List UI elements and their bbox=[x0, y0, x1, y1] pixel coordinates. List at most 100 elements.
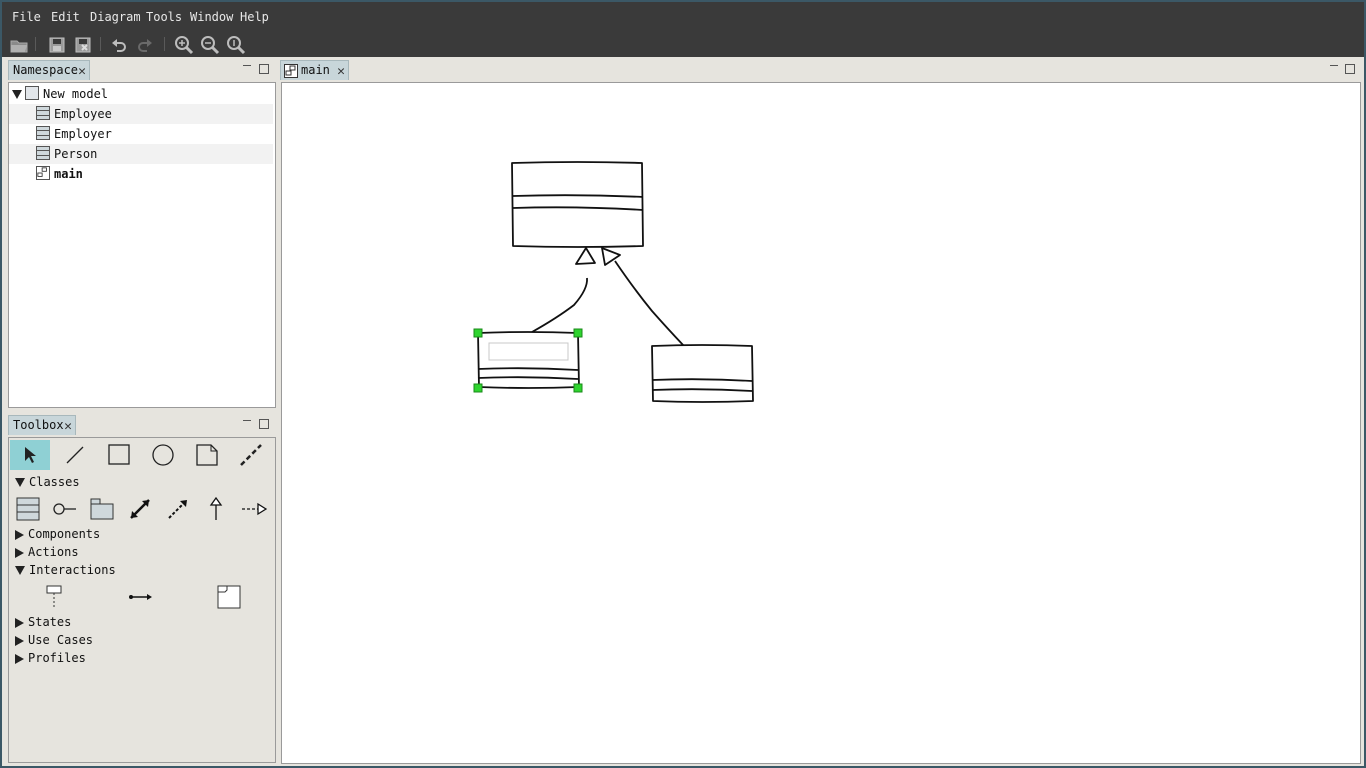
save-icon[interactable] bbox=[47, 35, 67, 55]
diagram-icon bbox=[284, 64, 298, 78]
line-icon[interactable] bbox=[55, 440, 95, 470]
redo-icon[interactable] bbox=[135, 35, 155, 55]
toolbar bbox=[2, 32, 1364, 57]
tab-main-label: main bbox=[301, 63, 330, 77]
diagram-canvas[interactable] bbox=[281, 82, 1361, 764]
editor-tabstrip: main ✕ bbox=[279, 58, 1361, 80]
namespace-tree: New model Employee Employer Person main bbox=[8, 82, 276, 408]
maximize-icon[interactable] bbox=[1345, 64, 1355, 74]
toolbox: Classes Components Actions Interactions … bbox=[8, 437, 276, 763]
tree-row-main[interactable]: main bbox=[9, 164, 273, 184]
package-icon bbox=[25, 86, 39, 100]
section-states-label: States bbox=[28, 615, 72, 629]
resize-handle[interactable] bbox=[573, 383, 583, 393]
section-components[interactable]: Components bbox=[15, 527, 100, 541]
generalization-icon[interactable] bbox=[196, 494, 236, 524]
toolbox-tabstrip: Toolbox ✕ bbox=[6, 413, 274, 435]
maximize-icon[interactable] bbox=[259, 64, 269, 74]
package-icon[interactable] bbox=[82, 494, 122, 524]
close-icon[interactable]: ✕ bbox=[337, 62, 345, 81]
class-box-right[interactable] bbox=[651, 344, 754, 403]
tab-toolbox-label: Toolbox bbox=[13, 418, 64, 432]
comment-icon[interactable] bbox=[187, 440, 227, 470]
menu-edit[interactable]: Edit bbox=[51, 10, 80, 24]
section-actions-label: Actions bbox=[28, 545, 79, 559]
section-interactions-label: Interactions bbox=[29, 563, 116, 577]
class-box-superclass[interactable] bbox=[511, 161, 644, 248]
tree-row-model[interactable]: New model bbox=[9, 84, 273, 104]
implementation-icon[interactable] bbox=[234, 494, 274, 524]
section-actions[interactable]: Actions bbox=[15, 545, 79, 559]
menu-tools[interactable]: Tools bbox=[146, 10, 182, 24]
comment-line-icon[interactable] bbox=[231, 440, 271, 470]
diagram-icon bbox=[36, 166, 50, 180]
collapse-icon bbox=[15, 617, 24, 628]
collapse-icon bbox=[15, 529, 24, 540]
section-profiles-label: Profiles bbox=[28, 651, 86, 665]
class-icon bbox=[36, 146, 50, 160]
tree-item-label: Employer bbox=[54, 127, 112, 141]
section-components-label: Components bbox=[28, 527, 101, 541]
association-icon[interactable] bbox=[120, 494, 160, 524]
collapse-icon bbox=[15, 635, 24, 646]
section-profiles[interactable]: Profiles bbox=[15, 651, 86, 665]
tab-toolbox[interactable]: Toolbox ✕ bbox=[8, 415, 76, 435]
generalization-arrowhead bbox=[575, 247, 596, 265]
section-classes[interactable]: Classes bbox=[15, 475, 80, 489]
lifeline-icon[interactable] bbox=[34, 582, 74, 612]
open-icon[interactable] bbox=[9, 35, 29, 55]
generalization-arrowhead bbox=[601, 247, 621, 266]
box-icon[interactable] bbox=[99, 440, 139, 470]
message-icon[interactable] bbox=[121, 582, 161, 612]
zoom-in-icon[interactable] bbox=[174, 35, 194, 55]
tree-item-label: New model bbox=[43, 87, 109, 101]
interaction-icon[interactable] bbox=[209, 582, 249, 612]
resize-handle[interactable] bbox=[573, 328, 583, 338]
menu-help[interactable]: Help bbox=[240, 10, 269, 24]
class-name-editor[interactable] bbox=[488, 342, 569, 361]
expand-icon bbox=[15, 566, 25, 575]
expand-icon bbox=[15, 478, 25, 487]
namespace-tabstrip: Namespace ✕ bbox=[6, 58, 274, 80]
section-states[interactable]: States bbox=[15, 615, 71, 629]
diagram-svg bbox=[473, 161, 754, 403]
tree-row-employee[interactable]: Employee bbox=[9, 104, 273, 124]
zoom-out-icon[interactable] bbox=[200, 35, 220, 55]
menu-window[interactable]: Window bbox=[190, 10, 233, 24]
menu-diagram[interactable]: Diagram bbox=[90, 10, 141, 24]
menu-file[interactable]: File bbox=[12, 10, 41, 24]
tab-namespace[interactable]: Namespace ✕ bbox=[8, 60, 90, 80]
section-classes-label: Classes bbox=[29, 475, 80, 489]
section-interactions[interactable]: Interactions bbox=[15, 563, 116, 577]
section-use-cases[interactable]: Use Cases bbox=[15, 633, 93, 647]
menubar: File Edit Diagram Tools Window Help bbox=[2, 2, 1364, 32]
pointer-icon[interactable] bbox=[10, 440, 50, 470]
section-use-cases-label: Use Cases bbox=[28, 633, 94, 647]
maximize-icon[interactable] bbox=[259, 419, 269, 429]
save-as-icon[interactable] bbox=[73, 35, 93, 55]
minimize-icon[interactable] bbox=[242, 417, 252, 427]
minimize-icon[interactable] bbox=[242, 62, 252, 72]
undo-icon[interactable] bbox=[109, 35, 129, 55]
tree-item-label: Person bbox=[54, 147, 98, 161]
zoom-reset-icon[interactable] bbox=[226, 35, 246, 55]
dependency-icon[interactable] bbox=[158, 494, 198, 524]
close-icon[interactable]: ✕ bbox=[64, 417, 72, 436]
expand-icon[interactable] bbox=[12, 90, 22, 99]
tab-main[interactable]: main ✕ bbox=[280, 60, 349, 80]
tree-row-person[interactable]: Person bbox=[9, 144, 273, 164]
close-icon[interactable]: ✕ bbox=[78, 62, 86, 81]
resize-handle[interactable] bbox=[473, 328, 483, 338]
generalization-line[interactable] bbox=[531, 277, 588, 333]
tree-item-label: Employee bbox=[54, 107, 112, 121]
resize-handle[interactable] bbox=[473, 383, 483, 393]
generalization-line[interactable] bbox=[614, 260, 685, 347]
interface-icon[interactable] bbox=[45, 494, 85, 524]
collapse-icon bbox=[15, 547, 24, 558]
minimize-icon[interactable] bbox=[1329, 62, 1339, 72]
tree-row-employer[interactable]: Employer bbox=[9, 124, 273, 144]
class-icon[interactable] bbox=[8, 494, 48, 524]
class-icon bbox=[36, 126, 50, 140]
ellipse-icon[interactable] bbox=[143, 440, 183, 470]
application-window: File Edit Diagram Tools Window Help Name… bbox=[2, 2, 1364, 766]
